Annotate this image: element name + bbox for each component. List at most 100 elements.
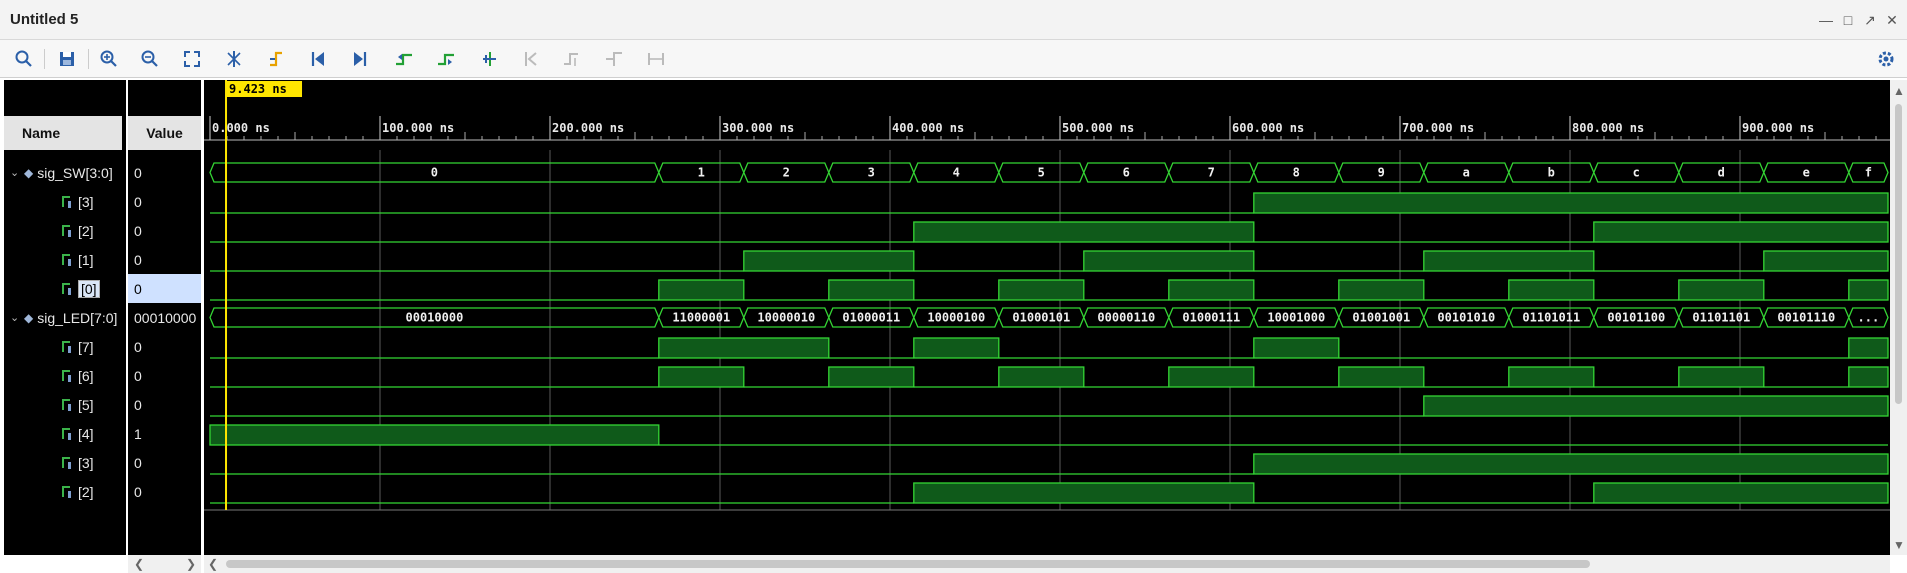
signal-value-cell[interactable]: 1 — [128, 419, 201, 448]
bit-high-segment — [828, 279, 915, 301]
signal-value-cell[interactable]: 00010000 — [128, 303, 201, 332]
sig-led-bus-value-label: 00101100 — [1607, 311, 1665, 325]
bit-high-segment — [913, 221, 1255, 243]
vertical-scroll-thumb[interactable] — [1895, 104, 1902, 404]
next-transition-icon[interactable] — [390, 47, 418, 71]
sig-led-bus-value-label: 01000111 — [1182, 311, 1240, 325]
sig-led-bus-value-label: 10000100 — [927, 311, 985, 325]
signal-name-row[interactable]: [5] — [4, 390, 126, 419]
scroll-left-icon[interactable]: ❮ — [208, 557, 218, 571]
bit-signal-icon — [62, 369, 71, 382]
sig-sw-bus-value-label: 7 — [1208, 166, 1215, 180]
ruler-tick-label: 900.000 ns — [1742, 121, 1814, 135]
signal-name-row[interactable]: [6] — [4, 361, 126, 390]
bit-high-segment — [658, 337, 830, 359]
collapse-caret-icon[interactable]: ⌄ — [10, 166, 24, 179]
bit-high-segment — [658, 366, 745, 388]
gear-icon[interactable] — [1872, 47, 1900, 71]
signal-name-row[interactable]: [2] — [4, 477, 126, 506]
sig-sw-bus-value-label: 4 — [953, 166, 960, 180]
add-marker-icon[interactable] — [432, 47, 460, 71]
value-column-header[interactable]: Value — [128, 116, 201, 150]
sig-sw-bus-value-label: a — [1463, 166, 1470, 180]
bit-signal-icon — [62, 340, 71, 353]
collapse-caret-icon[interactable]: ⌄ — [10, 311, 24, 324]
sig-sw-bus-value-label: 0 — [431, 166, 438, 180]
bit-high-segment — [1253, 337, 1340, 359]
scroll-up-icon[interactable]: ▲ — [1893, 84, 1905, 98]
signal-name-row[interactable]: [0] — [4, 274, 126, 303]
swap-cursors-icon — [558, 47, 586, 71]
signal-value-cell[interactable]: 0 — [128, 187, 201, 216]
sig-led-bus-value-label: 11000001 — [672, 311, 730, 325]
vertical-scrollbar[interactable]: ▲ ▼ — [1890, 80, 1907, 555]
sig-led-bus-value-label: 10001000 — [1267, 311, 1325, 325]
ruler-tick-label: 0.000 ns — [212, 121, 270, 135]
bit-signal-icon — [62, 485, 71, 498]
sig-sw-bus-value-label: e — [1803, 166, 1810, 180]
cursor-time-label: 9.423 ns — [229, 82, 287, 96]
scroll-down-icon[interactable]: ▼ — [1893, 538, 1905, 552]
ruler-tick-label: 100.000 ns — [382, 121, 454, 135]
signal-name: [4] — [78, 425, 94, 442]
bit-high-segment — [743, 250, 915, 272]
signal-value-cell[interactable]: 0 — [128, 274, 201, 303]
signal-name-row[interactable]: [3] — [4, 187, 126, 216]
bit-high-segment — [828, 366, 915, 388]
bit-high-segment — [1593, 482, 1889, 504]
save-icon[interactable] — [53, 47, 81, 71]
value-horizontal-scrollbar[interactable]: ❮ ❯ — [128, 555, 201, 573]
signal-value-cell[interactable]: 0 — [128, 361, 201, 390]
signal-name: [3] — [78, 193, 94, 210]
name-column-header[interactable]: Name — [4, 116, 122, 150]
bit-high-segment — [1763, 250, 1889, 272]
go-to-zero-icon[interactable] — [262, 47, 290, 71]
bit-high-segment — [1848, 279, 1889, 301]
signal-value-cell[interactable]: 0 — [128, 477, 201, 506]
zoom-in-icon[interactable] — [95, 47, 123, 71]
sig-sw-bus-value-label: 6 — [1123, 166, 1130, 180]
signal-name: [2] — [78, 483, 94, 500]
waveform-horizontal-scrollbar[interactable]: ❮ — [204, 555, 1890, 573]
signal-name-row[interactable]: [2] — [4, 216, 126, 245]
bit-high-segment — [998, 279, 1085, 301]
go-to-last-time-icon[interactable] — [304, 47, 332, 71]
zoom-out-icon[interactable] — [136, 47, 164, 71]
horizontal-scroll-thumb[interactable] — [226, 560, 1590, 568]
bit-high-segment — [1083, 250, 1255, 272]
signal-name-row[interactable]: [7] — [4, 332, 126, 361]
bit-high-segment — [1678, 366, 1765, 388]
sig-sw-bus-value-label: b — [1548, 166, 1555, 180]
signal-value-cell[interactable]: 0 — [128, 332, 201, 361]
scroll-left-icon[interactable]: ❮ — [134, 557, 144, 571]
bit-high-segment — [1508, 279, 1595, 301]
minimize-icon[interactable]: — — [1817, 12, 1835, 28]
signal-value-cell[interactable]: 0 — [128, 216, 201, 245]
bit-high-segment — [998, 366, 1085, 388]
waveform-pane[interactable]: 0.000 ns 100.000 ns 200.000 ns 300.000 ns 40… — [204, 80, 1890, 555]
previous-transition-icon[interactable] — [346, 47, 374, 71]
zoom-fit-icon[interactable] — [178, 47, 206, 71]
signal-value-cell[interactable]: 0 — [128, 448, 201, 477]
bit-high-segment — [1253, 192, 1889, 214]
restore-icon[interactable]: □ — [1839, 12, 1857, 28]
ruler-tick-label: 300.000 ns — [722, 121, 794, 135]
signal-value-cell[interactable]: 0 — [128, 158, 201, 187]
waveform-canvas[interactable]: 0.000 ns 100.000 ns 200.000 ns 300.000 ns 40… — [204, 80, 1890, 555]
ruler-tick-label: 500.000 ns — [1062, 121, 1134, 135]
signal-value-cell[interactable]: 0 — [128, 245, 201, 274]
signal-name-row[interactable]: ⌄ ◆ sig_LED[7:0] — [4, 303, 126, 332]
bit-high-segment — [1848, 366, 1889, 388]
search-icon[interactable] — [10, 47, 38, 71]
close-icon[interactable]: ✕ — [1883, 12, 1901, 29]
signal-name-row[interactable]: [3] — [4, 448, 126, 477]
signal-name-row[interactable]: [1] — [4, 245, 126, 274]
bit-high-segment — [913, 337, 1000, 359]
signal-value-cell[interactable]: 0 — [128, 390, 201, 419]
sig-sw-bus-value-label: 2 — [783, 166, 790, 180]
signal-name-row[interactable]: ⌄ ◆ sig_SW[3:0] — [4, 158, 126, 187]
scroll-right-icon[interactable]: ❯ — [186, 557, 196, 571]
go-to-cursor-icon[interactable] — [220, 47, 248, 71]
maximize-icon[interactable]: ↗ — [1861, 12, 1879, 29]
signal-name-row[interactable]: [4] — [4, 419, 126, 448]
